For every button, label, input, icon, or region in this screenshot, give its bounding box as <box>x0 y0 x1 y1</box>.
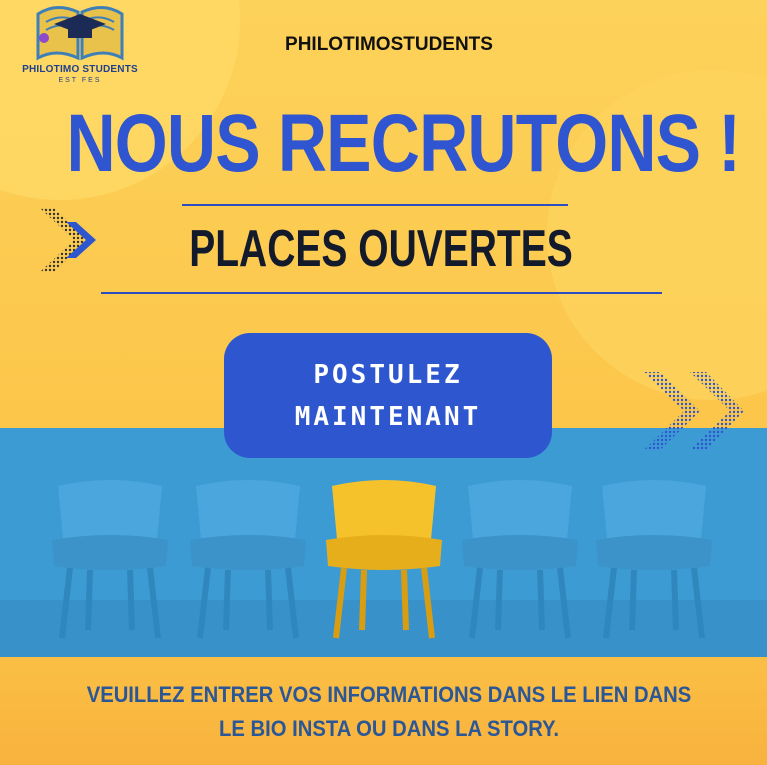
divider-top <box>182 204 568 206</box>
logo-name: PHILOTIMO STUDENTS <box>22 64 138 75</box>
logo-subtitle: EST FES <box>58 77 102 84</box>
footer-text: VEUILLEZ ENTRER VOS INFORMATIONS DANS LE… <box>31 678 747 746</box>
divider-bottom <box>101 292 662 294</box>
chair <box>462 480 578 639</box>
subheadline: PLACES OUVERTES <box>189 220 573 278</box>
recruitment-poster: PHILOTIMO STUDENTS EST FES PHILOTIMOSTUD… <box>0 0 767 765</box>
chair <box>596 480 712 639</box>
highlighted-chair <box>326 480 442 639</box>
cta-label-line2: MAINTENANT <box>294 402 482 432</box>
chevron-arrows-icon <box>644 372 744 450</box>
chevron-arrows-icon <box>40 208 96 272</box>
footer-line1: VEUILLEZ ENTRER VOS INFORMATIONS DANS LE… <box>86 682 692 707</box>
chair <box>190 480 306 639</box>
chairs-illustration <box>52 480 712 639</box>
brand-name: PHILOTIMOSTUDENTS <box>285 34 493 55</box>
cta-label-line1: POSTULEZ <box>313 360 463 390</box>
footer-line2: LE BIO INSTA OU DANS LA STORY. <box>219 716 559 741</box>
apply-now-button[interactable]: POSTULEZ MAINTENANT <box>224 333 552 458</box>
headline: NOUS RECRUTONS ! <box>66 98 741 189</box>
chair <box>52 480 168 639</box>
